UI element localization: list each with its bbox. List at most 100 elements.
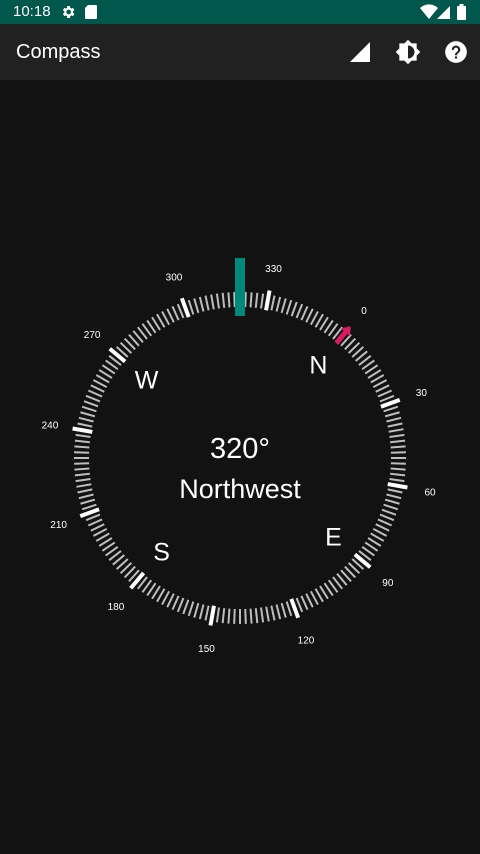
minor-tick — [182, 599, 190, 615]
minor-tick — [198, 296, 205, 312]
minor-tick — [305, 308, 314, 323]
minor-tick — [92, 379, 108, 388]
minor-tick — [74, 451, 90, 454]
minor-tick — [80, 411, 96, 418]
minor-tick — [280, 602, 287, 618]
minor-tick — [77, 488, 93, 494]
minor-tick — [77, 422, 93, 428]
degree-label: 30 — [416, 388, 428, 399]
minor-tick — [389, 478, 405, 483]
minor-tick — [83, 400, 99, 408]
minor-tick — [387, 422, 403, 428]
minor-tick — [171, 595, 180, 611]
minor-tick — [187, 601, 195, 617]
major-tick — [108, 347, 127, 364]
minor-tick — [244, 292, 247, 308]
minor-tick — [383, 405, 399, 413]
minor-tick — [387, 488, 403, 494]
minor-tick — [280, 298, 287, 314]
minor-tick — [379, 513, 395, 522]
minor-tick — [300, 595, 309, 611]
minor-tick — [87, 518, 103, 527]
degree-label: 330 — [265, 264, 282, 275]
major-tick — [387, 482, 408, 490]
cell-signal-icon — [437, 4, 451, 25]
minor-tick — [305, 593, 314, 608]
minor-tick — [383, 503, 399, 511]
minor-tick — [166, 593, 175, 608]
minor-tick — [227, 292, 231, 308]
minor-tick — [390, 445, 406, 449]
minor-tick — [233, 292, 236, 308]
minor-tick — [74, 439, 90, 444]
minor-tick — [377, 518, 393, 527]
help-icon[interactable] — [442, 38, 470, 66]
minor-tick — [75, 433, 91, 438]
signal-triangle-icon[interactable] — [346, 38, 374, 66]
minor-tick — [384, 411, 400, 418]
minor-tick — [221, 608, 226, 624]
minor-tick — [161, 310, 170, 326]
minor-tick — [372, 528, 388, 537]
app-title: Compass — [16, 41, 101, 63]
minor-tick — [204, 605, 210, 621]
minor-tick — [81, 405, 97, 413]
minor-tick — [390, 467, 406, 471]
minor-tick — [275, 296, 282, 312]
minor-tick — [384, 498, 400, 505]
degree-label: 90 — [382, 578, 394, 589]
minor-tick — [92, 528, 108, 537]
minor-tick — [78, 493, 94, 500]
minor-tick — [270, 295, 276, 311]
degree-label: 120 — [298, 635, 315, 646]
minor-tick — [295, 597, 304, 613]
minor-tick — [233, 608, 236, 624]
minor-tick — [249, 292, 253, 308]
minor-tick — [386, 493, 402, 500]
degree-label: 210 — [50, 520, 67, 531]
cardinal-w: W — [135, 367, 159, 395]
gear-icon — [60, 4, 76, 25]
minor-tick — [388, 428, 404, 433]
minor-tick — [227, 608, 231, 624]
minor-tick — [80, 498, 96, 505]
minor-tick — [390, 472, 406, 477]
brightness-icon[interactable] — [394, 38, 422, 66]
minor-tick — [171, 305, 180, 321]
minor-tick — [244, 608, 247, 624]
minor-tick — [375, 523, 390, 532]
minor-tick — [300, 305, 309, 321]
degree-label: 150 — [198, 644, 215, 655]
minor-tick — [381, 508, 397, 516]
degree-label: 270 — [84, 330, 101, 341]
minor-tick — [379, 394, 395, 403]
minor-tick — [275, 604, 282, 620]
minor-tick — [78, 416, 94, 423]
degree-label: 60 — [425, 488, 437, 499]
minor-tick — [377, 389, 393, 398]
minor-tick — [81, 503, 97, 511]
minor-tick — [176, 597, 185, 613]
minor-tick — [375, 384, 390, 393]
heading-direction: Northwest — [179, 474, 301, 504]
degree-label: 0 — [361, 306, 367, 317]
app-bar: Compass — [0, 24, 480, 80]
minor-tick — [75, 478, 91, 483]
minor-tick — [389, 433, 405, 438]
wifi-icon — [420, 4, 438, 25]
degree-label: 240 — [42, 420, 59, 431]
heading-marker — [235, 258, 245, 316]
minor-tick — [193, 602, 200, 618]
minor-tick — [290, 301, 298, 317]
minor-tick — [74, 445, 90, 449]
minor-tick — [74, 467, 90, 471]
minor-tick — [221, 292, 226, 308]
minor-tick — [210, 294, 215, 310]
major-tick — [129, 571, 146, 590]
minor-tick — [295, 303, 304, 319]
minor-tick — [254, 292, 259, 308]
minor-tick — [390, 439, 406, 444]
minor-tick — [76, 483, 92, 488]
minor-tick — [215, 607, 220, 623]
minor-tick — [90, 384, 105, 393]
